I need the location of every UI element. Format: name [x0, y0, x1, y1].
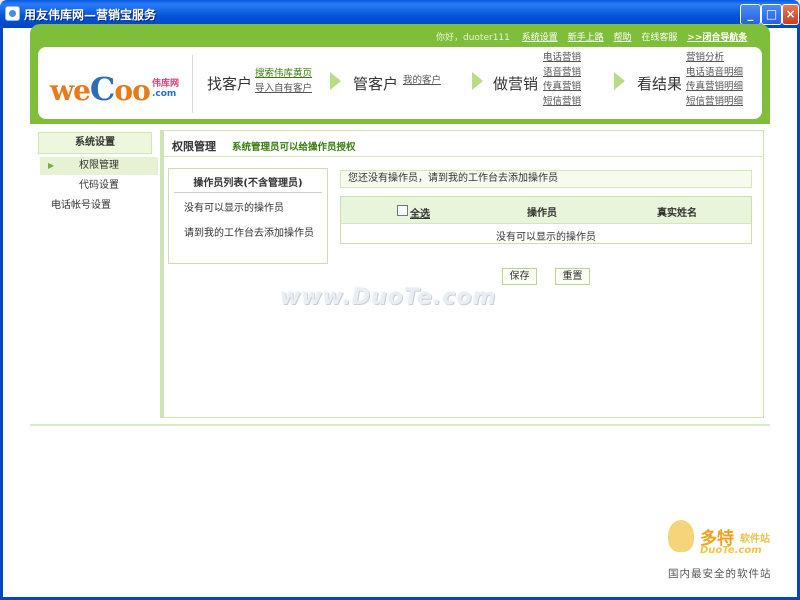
- top-nav: 你好，duoter111 系统设置 新手上路 帮助 在线客服 >>闭合导航条: [436, 30, 747, 44]
- step-view-results-links: 营销分析 电话语音明细 传真营销明细 短信营销明细: [686, 51, 743, 109]
- column-header-operator: 操作员: [527, 208, 557, 219]
- footer-divider: [30, 424, 770, 426]
- step-find-customers[interactable]: 找客户: [207, 73, 252, 94]
- link-sms-detail[interactable]: 短信营销明细: [686, 95, 743, 110]
- arrow-icon: [472, 72, 483, 90]
- operator-list-empty: 没有可以显示的操作员: [184, 203, 284, 214]
- select-all-checkbox[interactable]: [397, 205, 408, 216]
- page-hint: 系统管理员可以给操作员授权: [232, 142, 356, 153]
- step-do-marketing[interactable]: 做营销: [493, 73, 538, 94]
- title-divider: [164, 156, 762, 157]
- sidebar-item-permissions[interactable]: ▶ 权限管理: [40, 157, 158, 175]
- save-button[interactable]: 保存: [502, 268, 537, 285]
- link-my-customers[interactable]: 我的客户: [403, 74, 441, 89]
- watermark-text: www.DuoTe.com: [280, 285, 497, 310]
- sidebar-item-label: 权限管理: [79, 160, 119, 171]
- sidebar-title: 系统设置: [38, 132, 152, 154]
- page-title: 权限管理: [172, 140, 216, 153]
- app-icon: [5, 6, 20, 21]
- sidebar-item-code-settings[interactable]: 代码设置: [40, 177, 158, 195]
- nav-link-getting-started[interactable]: 新手上路: [568, 33, 604, 43]
- logo-subtitle: 伟库网 .com: [152, 79, 180, 99]
- link-voice-marketing[interactable]: 语音营销: [543, 66, 581, 81]
- select-all-label[interactable]: 全选: [410, 205, 430, 220]
- link-phone-marketing[interactable]: 电话营销: [543, 51, 581, 66]
- sidebar-item-label: 电话帐号设置: [51, 200, 111, 211]
- operator-list-add-hint: 请到我的工作台去添加操作员: [184, 228, 314, 239]
- table-divider: [341, 223, 751, 224]
- link-search-yellowpages[interactable]: 搜索伟库黄页: [255, 67, 312, 82]
- operator-list-heading: 操作员列表(不含管理员): [174, 174, 322, 193]
- maximize-button[interactable]: □: [761, 4, 782, 25]
- link-phone-voice-detail[interactable]: 电话语音明细: [686, 66, 743, 81]
- wecoo-logo[interactable]: weCoo: [50, 70, 151, 108]
- minimize-button[interactable]: _: [740, 4, 761, 25]
- step-manage-customers-links: 我的客户: [403, 74, 441, 89]
- link-sms-marketing[interactable]: 短信营销: [543, 95, 581, 110]
- sidebar-item-phone-account[interactable]: 电话帐号设置: [22, 197, 140, 215]
- badge-name-small: 软件站: [740, 534, 770, 545]
- header-divider: [192, 55, 193, 113]
- step-find-customers-links: 搜索伟库黄页 导入自有客户: [255, 67, 312, 96]
- step-manage-customers[interactable]: 管客户: [353, 73, 398, 94]
- nav-link-help[interactable]: 帮助: [614, 33, 632, 43]
- link-marketing-analysis[interactable]: 营销分析: [686, 51, 743, 66]
- arrow-icon: [330, 72, 341, 90]
- nav-link-system-settings[interactable]: 系统设置: [522, 33, 558, 43]
- greeting-text: 你好，duoter111: [436, 33, 510, 43]
- mascot-icon: [668, 520, 694, 552]
- badge-domain: DuoTe.com: [700, 545, 762, 556]
- column-header-realname: 真实姓名: [657, 208, 697, 219]
- arrow-right-icon: ▶: [48, 161, 55, 170]
- table-empty-row: 没有可以显示的操作员: [496, 232, 596, 243]
- link-import-customers[interactable]: 导入自有客户: [255, 82, 312, 97]
- sidebar-item-label: 代码设置: [79, 180, 119, 191]
- window-title: 用友伟库网—营销宝服务: [24, 8, 157, 22]
- notice-bar: 您还没有操作员，请到我的工作台去添加操作员: [340, 170, 752, 188]
- step-do-marketing-links: 电话营销 语音营销 传真营销 短信营销: [543, 51, 581, 109]
- link-fax-marketing[interactable]: 传真营销: [543, 80, 581, 95]
- nav-link-collapse[interactable]: >>闭合导航条: [687, 33, 747, 43]
- arrow-icon: [614, 72, 625, 90]
- link-fax-detail[interactable]: 传真营销明细: [686, 80, 743, 95]
- close-button[interactable]: ×: [782, 4, 799, 25]
- badge-slogan: 国内最安全的软件站: [668, 568, 772, 580]
- step-view-results[interactable]: 看结果: [637, 73, 682, 94]
- nav-link-online-service[interactable]: 在线客服: [641, 33, 677, 43]
- reset-button[interactable]: 重置: [555, 268, 590, 285]
